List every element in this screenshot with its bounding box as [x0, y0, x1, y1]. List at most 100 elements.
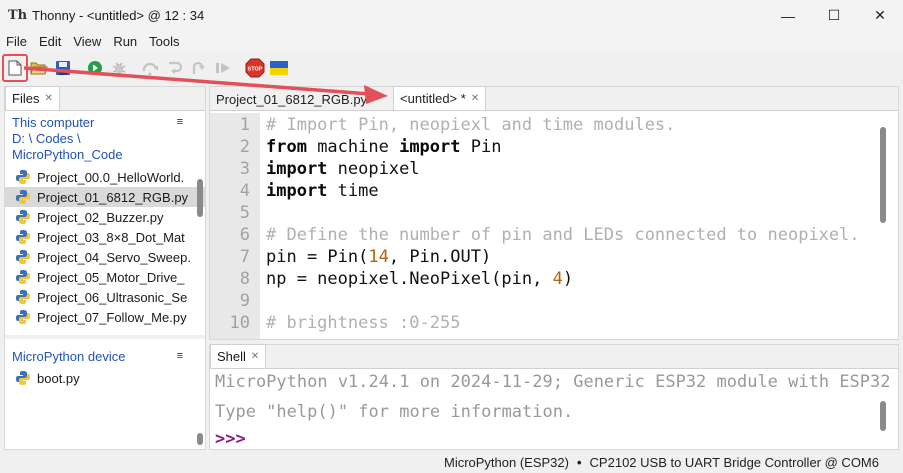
step-over-button[interactable]	[140, 57, 162, 79]
close-icon[interactable]: ✕	[471, 93, 479, 104]
folder-open-icon	[30, 62, 48, 75]
line-number: 9	[239, 291, 250, 311]
tab-untitled[interactable]: <untitled> * ✕	[393, 86, 487, 110]
line-number: 7	[239, 247, 250, 267]
line-number: 4	[239, 181, 250, 201]
open-file-button[interactable]	[28, 57, 50, 79]
code-line: 4 import time	[210, 180, 890, 202]
computer-files-header: This computer D: \ Codes \ MicroPython_C…	[5, 111, 205, 163]
ukraine-flag-button[interactable]	[268, 57, 290, 79]
annotation-highlight-box	[2, 54, 28, 82]
editor-scrollbar[interactable]	[880, 127, 886, 223]
device-file-list: boot.py	[5, 368, 205, 388]
close-icon[interactable]: ✕	[251, 351, 259, 362]
breadcrumb-folder[interactable]: MicroPython_Code	[12, 147, 205, 163]
breadcrumb-drive-path[interactable]: D: \ Codes \	[12, 131, 205, 147]
files-pane: Files ✕ This computer D: \ Codes \ Micro…	[4, 86, 206, 450]
code-editor[interactable]: 1 # Import Pin, neopiexl and time modules…	[210, 113, 898, 339]
ukraine-flag-icon	[270, 61, 288, 75]
code-token: # Define the number of pin and LEDs conn…	[266, 225, 860, 245]
save-disk-icon	[56, 61, 70, 75]
shell-scrollbar[interactable]	[880, 401, 886, 431]
tab-files[interactable]: Files ✕	[5, 86, 60, 110]
maximize-button[interactable]: ☐	[811, 0, 857, 31]
device-files-header: MicroPython device ≡	[5, 345, 205, 365]
bug-icon	[112, 62, 126, 74]
code-line: 8 np = neopixel.NeoPixel(pin, 4)	[210, 268, 890, 290]
close-button[interactable]: ✕	[857, 0, 903, 31]
menu-file[interactable]: File	[2, 34, 31, 49]
code-token: pin = Pin(	[266, 247, 369, 267]
code-text: # brightness :0-255	[266, 312, 460, 334]
menu-run[interactable]: Run	[109, 34, 141, 49]
menu-icon[interactable]: ≡	[177, 114, 183, 130]
close-icon[interactable]: ✕	[44, 93, 52, 104]
thonny-logo-icon: Th	[8, 7, 28, 23]
file-name: Project_01_6812_RGB.py	[37, 189, 189, 205]
code-token: # brightness :0-255	[266, 313, 461, 333]
device-scrollbar[interactable]	[197, 433, 203, 445]
stop-sign-icon: STOP	[245, 58, 265, 78]
files-scrollbar[interactable]	[197, 179, 203, 217]
menu-view[interactable]: View	[69, 34, 105, 49]
code-token: Pin	[460, 137, 502, 157]
resume-button[interactable]	[212, 57, 234, 79]
code-line: 1 # Import Pin, neopiexl and time modules…	[210, 114, 890, 136]
run-button[interactable]	[84, 57, 106, 79]
file-name: Project_04_Servo_Sweep.	[37, 249, 191, 265]
file-item-selected[interactable]: Project_01_6812_RGB.py	[5, 187, 205, 207]
line-number: 3	[239, 159, 250, 179]
save-button[interactable]	[52, 57, 74, 79]
tab-files-label: Files	[12, 91, 40, 106]
python-file-icon	[16, 210, 30, 224]
menu-icon[interactable]: ≡	[177, 348, 183, 364]
file-item[interactable]: boot.py	[5, 368, 205, 388]
file-name: Project_05_Motor_Drive_	[37, 269, 185, 285]
menu-bar: File Edit View Run Tools	[0, 31, 903, 51]
python-file-icon	[16, 170, 30, 184]
code-token: 4	[552, 269, 563, 289]
code-text: import neopixel	[266, 158, 420, 180]
code-text: from machine import Pin	[266, 136, 501, 158]
step-into-button[interactable]	[164, 57, 186, 79]
port-status[interactable]: CP2102 USB to UART Bridge Controller @ C…	[590, 455, 879, 470]
python-file-icon	[16, 270, 30, 284]
file-item[interactable]: Project_02_Buzzer.py	[5, 207, 205, 227]
menu-edit[interactable]: Edit	[35, 34, 65, 49]
code-text: import time	[266, 180, 379, 202]
shell-output-line: Type "help()" for more information.	[215, 402, 574, 422]
file-name: Project_03_8×8_Dot_Mat	[37, 229, 185, 245]
file-item[interactable]: Project_05_Motor_Drive_	[5, 267, 205, 287]
code-token: )	[562, 269, 574, 289]
code-token: machine	[306, 137, 400, 157]
code-token: , Pin.OUT)	[388, 247, 492, 267]
code-token: import	[266, 159, 328, 179]
tab-shell[interactable]: Shell ✕	[210, 344, 267, 368]
file-item[interactable]: Project_04_Servo_Sweep.	[5, 247, 205, 267]
shell-console[interactable]: MicroPython v1.24.1 on 2024-11-29; Gener…	[210, 371, 898, 449]
file-item[interactable]: Project_07_Follow_Me.py	[5, 307, 205, 327]
status-bar: MicroPython (ESP32) • CP2102 USB to UART…	[0, 451, 903, 473]
stop-button[interactable]: STOP	[244, 57, 266, 79]
minimize-button[interactable]: —	[765, 0, 811, 31]
tab-project-file[interactable]: Project_01_6812_RGB.py	[210, 88, 373, 110]
file-name: Project_07_Follow_Me.py	[37, 309, 187, 325]
code-line: 10 # brightness :0-255	[210, 312, 890, 334]
tab-shell-label: Shell	[217, 349, 246, 364]
code-token: time	[327, 181, 379, 201]
code-text: # Define the number of pin and LEDs conn…	[266, 224, 860, 246]
file-item[interactable]: Project_00.0_HelloWorld.	[5, 167, 205, 187]
shell-prompt: >>>	[215, 429, 246, 449]
line-number: 2	[239, 137, 250, 157]
pane-divider[interactable]	[5, 335, 205, 339]
file-item[interactable]: Project_06_Ultrasonic_Se	[5, 287, 205, 307]
debug-button[interactable]	[108, 57, 130, 79]
tab-untitled-label: <untitled> *	[400, 91, 466, 106]
interpreter-status[interactable]: MicroPython (ESP32)	[444, 455, 569, 470]
step-out-button[interactable]	[188, 57, 210, 79]
menu-tools[interactable]: Tools	[145, 34, 183, 49]
run-play-icon	[88, 61, 102, 75]
editor-pane: Project_01_6812_RGB.py <untitled> * ✕ 1 #…	[209, 86, 899, 340]
stop-label: STOP	[248, 67, 263, 73]
file-item[interactable]: Project_03_8×8_Dot_Mat	[5, 227, 205, 247]
